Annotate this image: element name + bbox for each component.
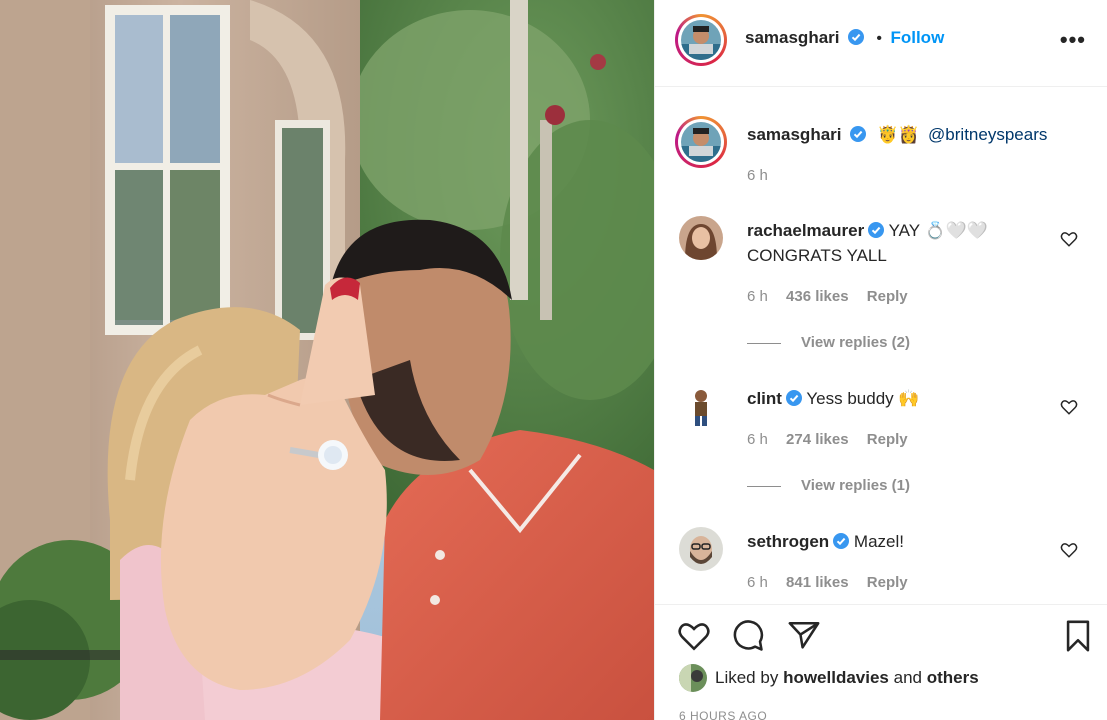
more-options-icon[interactable]: •••: [1060, 27, 1086, 53]
reply-button[interactable]: Reply: [867, 574, 908, 591]
comment-text: Yess buddy 🙌: [806, 389, 920, 408]
liked-by-prefix: Liked by: [715, 668, 779, 687]
view-replies-button[interactable]: View replies (2): [747, 334, 910, 351]
comment-text: Mazel!: [853, 532, 904, 551]
instagram-post: samasghari • Follow ••• samasghari 🤴👸 @b…: [0, 0, 1107, 720]
post-header: samasghari • Follow •••: [655, 0, 1107, 87]
separator-dot: •: [876, 30, 883, 47]
commenter-avatar-image: [679, 527, 723, 571]
view-replies-label: View replies (2): [801, 334, 910, 351]
commenter-username[interactable]: sethrogen: [747, 532, 829, 551]
comment-time: 6 h: [747, 431, 768, 448]
comment-likes[interactable]: 436 likes: [786, 288, 849, 305]
comment-like-heart-icon[interactable]: [1060, 398, 1078, 416]
comment-icon[interactable]: [731, 619, 765, 653]
paper-plane-icon[interactable]: [787, 619, 821, 653]
caption-time: 6 h: [747, 167, 768, 184]
replies-divider: [747, 342, 781, 344]
post-actions-bar: [655, 604, 1107, 720]
caption-username[interactable]: samasghari: [747, 125, 842, 144]
post-timestamp[interactable]: 6 HOURS AGO: [679, 709, 767, 720]
caption-mention-link[interactable]: @britneyspears: [928, 125, 1047, 144]
follow-button[interactable]: Follow: [890, 28, 944, 47]
author-username[interactable]: samasghari: [745, 28, 840, 47]
comment-likes[interactable]: 841 likes: [786, 574, 849, 591]
commenter-username[interactable]: rachaelmaurer: [747, 221, 864, 240]
comment-like-heart-icon[interactable]: [1060, 541, 1078, 559]
caption-emojis: 🤴👸: [876, 125, 920, 144]
comment-likes[interactable]: 274 likes: [786, 431, 849, 448]
comment-text: YAY 💍🤍🤍: [888, 221, 989, 240]
commenter-username[interactable]: clint: [747, 389, 782, 408]
verified-badge-icon: [868, 222, 885, 238]
commenter-avatar[interactable]: [679, 216, 723, 260]
author-avatar-image: [681, 20, 721, 60]
liker-avatar[interactable]: [679, 664, 707, 692]
liked-by-others[interactable]: others: [927, 668, 979, 688]
reply-button[interactable]: Reply: [867, 431, 908, 448]
verified-badge-icon: [785, 390, 802, 406]
replies-divider: [747, 485, 781, 487]
post-photo[interactable]: [0, 0, 654, 720]
liker-avatar-image: [679, 664, 707, 692]
liked-by-user[interactable]: howelldavies: [783, 668, 889, 688]
post-sidebar: samasghari • Follow ••• samasghari 🤴👸 @b…: [654, 0, 1107, 720]
comment-text-line2: CONGRATS YALL: [747, 246, 887, 265]
author-avatar[interactable]: [675, 14, 727, 66]
liked-by-summary: Liked by howelldavies and others: [679, 664, 979, 692]
comment-like-heart-icon[interactable]: [1060, 230, 1078, 248]
reply-button[interactable]: Reply: [867, 288, 908, 305]
verified-badge-icon: [833, 533, 850, 549]
engagement-photo-illustration: [0, 0, 654, 720]
caption-author-avatar[interactable]: [675, 116, 727, 168]
bookmark-icon[interactable]: [1061, 619, 1095, 653]
view-replies-button[interactable]: View replies (1): [747, 477, 910, 494]
liked-by-conjunction: and: [893, 668, 922, 687]
caption-avatar-image: [681, 122, 721, 162]
verified-badge-icon: [847, 29, 864, 45]
comment-time: 6 h: [747, 574, 768, 591]
comment-time: 6 h: [747, 288, 768, 305]
commenter-avatar-image: [679, 384, 723, 428]
verified-badge-icon: [850, 126, 867, 142]
commenter-avatar-image: [679, 216, 723, 260]
view-replies-label: View replies (1): [801, 477, 910, 494]
commenter-avatar[interactable]: [679, 527, 723, 571]
commenter-avatar[interactable]: [679, 384, 723, 428]
heart-icon[interactable]: [677, 619, 711, 653]
